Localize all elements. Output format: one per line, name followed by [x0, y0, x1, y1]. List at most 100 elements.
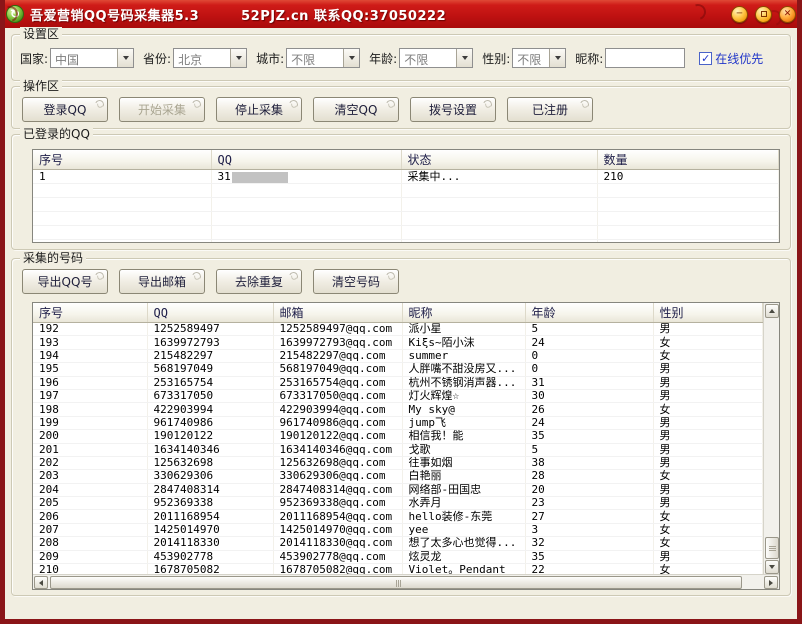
table-row[interactable]: 199961740986961740986@qq.comjump飞24男 [33, 416, 763, 429]
vertical-scrollbar[interactable] [763, 303, 779, 575]
table-row[interactable]: 200190120122190120122@qq.com相信我！能35男 [33, 430, 763, 443]
vertical-scroll-thumb[interactable] [765, 537, 779, 559]
table-row[interactable]: 196253165754253165754@qq.com杭州不锈钢消声器...3… [33, 376, 763, 389]
empty-row [33, 226, 779, 240]
table-row[interactable]: 195568197049568197049@qq.com人胖嘴不甜没房又...0… [33, 363, 763, 376]
cell-qq: 422903994 [147, 403, 273, 416]
scroll-up-button[interactable] [765, 304, 779, 318]
cell-gender: 男 [653, 376, 763, 389]
window-title: 吾爱营销QQ号码采集器5.3 [30, 5, 199, 24]
cell-nickname: 水弄月 [402, 497, 525, 510]
close-button[interactable]: ✕ [779, 6, 796, 23]
column-header[interactable]: 性别 [653, 303, 763, 323]
cell-nickname: yee [402, 523, 525, 536]
scroll-down-button[interactable] [765, 560, 779, 574]
cell-email: 1252589497@qq.com [273, 323, 402, 336]
combo-dropdown-button[interactable] [230, 49, 246, 67]
horizontal-scroll-thumb[interactable] [50, 576, 742, 589]
swirl-ornament-icon [482, 99, 494, 111]
minimize-button[interactable]: ─ [731, 6, 748, 23]
table-row[interactable]: 202125632698125632698@qq.com往事如烟38男 [33, 456, 763, 469]
column-header[interactable]: 序号 [33, 303, 147, 323]
cell-nickname: My sky@ [402, 403, 525, 416]
clear-qq-button[interactable]: 清空QQ [313, 97, 399, 122]
table-row[interactable]: 19212525894971252589497@qq.com派小星5男 [33, 323, 763, 336]
clear-numbers-button[interactable]: 清空号码 [313, 269, 399, 294]
scroll-left-button[interactable] [34, 576, 48, 589]
maximize-button[interactable] [755, 6, 772, 23]
redaction-box [232, 172, 288, 183]
table-row[interactable]: 198422903994422903994@qq.comMy sky@26女 [33, 403, 763, 416]
operations-group: 操作区 登录QQ 开始采集 停止采集 清空QQ 拨号设置 已注册 [11, 86, 791, 129]
horizontal-scrollbar[interactable] [33, 574, 779, 589]
arrow-right-icon [769, 580, 773, 586]
table-row[interactable]: 203330629306330629306@qq.com白艳丽28女 [33, 470, 763, 483]
column-header[interactable]: QQ [147, 303, 273, 323]
collected-numbers-group-label: 采集的号码 [20, 251, 86, 265]
cell-age: 32 [525, 537, 653, 550]
column-header[interactable]: 状态 [401, 150, 597, 170]
country-select[interactable]: 中国 [50, 48, 134, 68]
column-header[interactable]: 邮箱 [273, 303, 402, 323]
nickname-input[interactable] [605, 48, 685, 68]
table-row[interactable]: 197673317050673317050@qq.com灯火辉煌☆30男 [33, 389, 763, 402]
arrow-left-icon [39, 580, 43, 586]
combo-dropdown-button[interactable] [343, 49, 359, 67]
collected-button-row: 导出QQ号 导出邮箱 去除重复 清空号码 [22, 269, 399, 294]
column-header[interactable]: 昵称 [402, 303, 525, 323]
table-row[interactable]: 20820141183302014118330@qq.com想了太多心也觉得..… [33, 537, 763, 550]
column-header[interactable]: 数量 [597, 150, 779, 170]
cell-gender: 男 [653, 430, 763, 443]
dedupe-button[interactable]: 去除重复 [216, 269, 302, 294]
cell-age: 20 [525, 483, 653, 496]
export-email-button[interactable]: 导出邮箱 [119, 269, 205, 294]
thumb-grip-icon [769, 546, 776, 547]
cell-gender: 男 [653, 443, 763, 456]
table-row[interactable]: 20620111689542011168954@qq.comhello装修-东莞… [33, 510, 763, 523]
nickname-label: 昵称: [575, 50, 603, 67]
city-select[interactable]: 不限 [286, 48, 360, 68]
cell-age: 28 [525, 470, 653, 483]
table-row[interactable]: 20428474083142847408314@qq.com网络部-田国忠20男 [33, 483, 763, 496]
cell-gender: 男 [653, 363, 763, 376]
scroll-right-button[interactable] [764, 576, 778, 589]
settings-row: 国家: 中国 省份: 北京 城市: 不限 年龄: 不限 [20, 48, 784, 68]
province-label: 省份: [143, 50, 171, 67]
cell-index: 200 [33, 430, 147, 443]
cell-age: 38 [525, 456, 653, 469]
cell-email: 1634140346@qq.com [273, 443, 402, 456]
cell-email: 2847408314@qq.com [273, 483, 402, 496]
table-row[interactable]: 131采集中...210 [33, 170, 779, 184]
column-header[interactable]: 年龄 [525, 303, 653, 323]
combo-dropdown-button[interactable] [117, 49, 133, 67]
online-first-checkbox[interactable]: ✓ [699, 52, 712, 65]
table-row[interactable]: 19316399727931639972793@qq.comKiξs~陌小沫24… [33, 336, 763, 349]
table-row[interactable]: 20714250149701425014970@qq.comyee3女 [33, 523, 763, 536]
table-row[interactable]: 20116341403461634140346@qq.com戈歌5男 [33, 443, 763, 456]
age-select[interactable]: 不限 [399, 48, 473, 68]
stop-collect-button[interactable]: 停止采集 [216, 97, 302, 122]
swirl-ornament-icon [94, 99, 106, 111]
table-row[interactable]: 194215482297215482297@qq.comsummer0女 [33, 349, 763, 362]
logged-qq-group-label: 已登录的QQ [20, 127, 93, 141]
title-bar[interactable]: ↻ 吾爱营销QQ号码采集器5.3 52PJZ.cn 联系QQ:37050222 … [0, 0, 802, 28]
registered-button[interactable]: 已注册 [507, 97, 593, 122]
cell-status: 采集中... [401, 170, 597, 184]
operations-group-label: 操作区 [20, 79, 62, 93]
province-select[interactable]: 北京 [173, 48, 247, 68]
table-row[interactable]: 205952369338952369338@qq.com水弄月23男 [33, 497, 763, 510]
cell-index: 206 [33, 510, 147, 523]
cell-gender: 男 [653, 389, 763, 402]
cell-age: 35 [525, 430, 653, 443]
column-header[interactable]: 序号 [33, 150, 211, 170]
combo-dropdown-button[interactable] [549, 49, 565, 67]
column-header[interactable]: QQ [211, 150, 401, 170]
login-qq-button[interactable]: 登录QQ [22, 97, 108, 122]
combo-dropdown-button[interactable] [456, 49, 472, 67]
table-row[interactable]: 209453902778453902778@qq.com炫灵龙35男 [33, 550, 763, 563]
gender-select[interactable]: 不限 [512, 48, 566, 68]
cell-qq: 2014118330 [147, 537, 273, 550]
start-collect-button[interactable]: 开始采集 [119, 97, 205, 122]
dial-settings-button[interactable]: 拨号设置 [410, 97, 496, 122]
export-qq-button[interactable]: 导出QQ号 [22, 269, 108, 294]
